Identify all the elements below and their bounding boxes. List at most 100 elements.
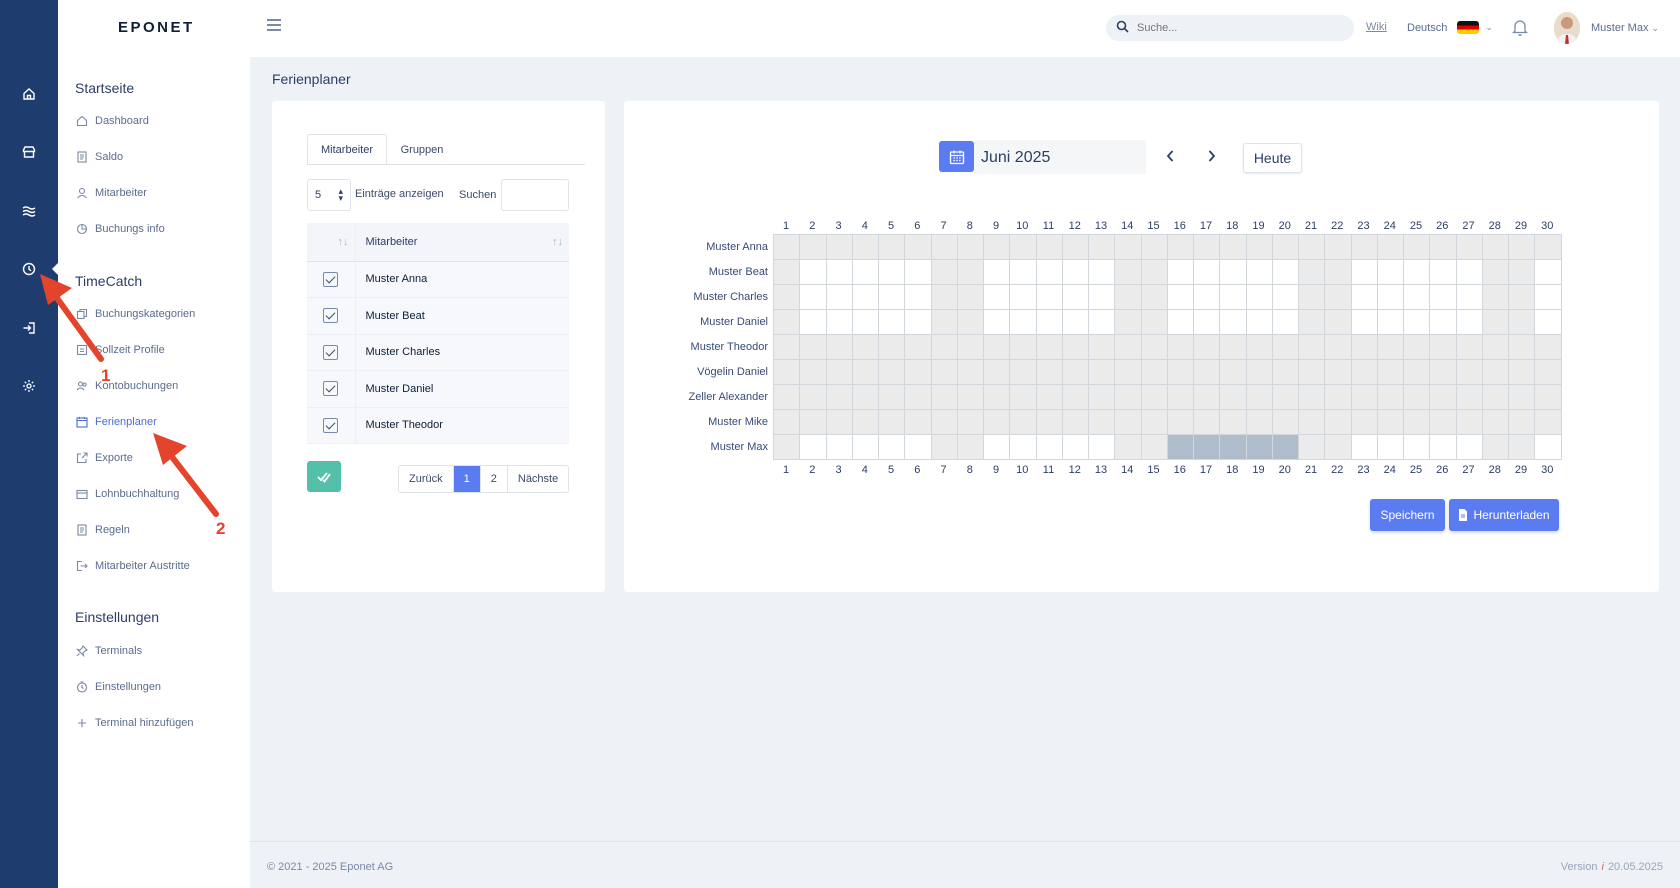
search-input[interactable] [1137, 22, 1327, 34]
calendar-day-cell[interactable] [1245, 309, 1273, 335]
wiki-link[interactable]: Wiki [1366, 21, 1387, 33]
eponet-logo[interactable]: EPONET [118, 19, 195, 36]
search-box[interactable] [1106, 15, 1354, 41]
calendar-day-cell[interactable] [1088, 434, 1116, 460]
sort-icon[interactable]: ↑↓ [552, 236, 563, 248]
calendar-day-cell[interactable] [1376, 309, 1404, 335]
sidebar-item-einstellungen[interactable]: Einstellungen [75, 680, 161, 693]
sidebar-item-regeln[interactable]: Regeln [75, 523, 130, 536]
entries-per-page-select[interactable]: 5 ▴ ▾ [307, 179, 351, 211]
calendar-day-cell[interactable] [878, 284, 906, 310]
calendar-day-cell[interactable] [1193, 309, 1221, 335]
calendar-day-cell[interactable] [1403, 284, 1431, 310]
info-icon[interactable]: i [1601, 861, 1603, 873]
calendar-day-cell[interactable] [1271, 309, 1299, 335]
calendar-day-cell[interactable] [825, 259, 853, 285]
calendar-day-cell[interactable] [1508, 309, 1536, 335]
avatar[interactable] [1554, 12, 1580, 44]
calendar-day-cell[interactable] [799, 284, 827, 310]
calendar-day-cell[interactable] [1009, 309, 1037, 335]
calendar-day-cell[interactable] [930, 309, 958, 335]
calendar-day-cell[interactable] [1245, 284, 1273, 310]
calendar-day-cell[interactable] [1350, 309, 1378, 335]
sidebar-item-sollzeit-profile[interactable]: Sollzeit Profile [75, 343, 165, 356]
next-month-button[interactable] [1207, 147, 1217, 168]
calendar-day-cell[interactable] [1508, 284, 1536, 310]
row-checkbox[interactable] [323, 344, 339, 360]
calendar-day-cell[interactable] [1009, 434, 1037, 460]
vacation-day-cell[interactable] [1245, 434, 1273, 460]
calendar-day-cell[interactable] [1481, 309, 1509, 335]
notification-bell-icon[interactable] [1511, 18, 1529, 41]
calendar-day-cell[interactable] [1035, 284, 1063, 310]
calendar-day-cell[interactable] [1376, 284, 1404, 310]
download-button[interactable]: Herunterladen [1449, 499, 1559, 531]
calendar-day-cell[interactable] [1009, 259, 1037, 285]
calendar-day-cell[interactable] [1193, 259, 1221, 285]
calendar-day-cell[interactable] [956, 259, 984, 285]
calendar-day-cell[interactable] [1350, 434, 1378, 460]
calendar-day-cell[interactable] [851, 309, 879, 335]
calendar-day-cell[interactable] [1061, 284, 1089, 310]
calendar-day-cell[interactable] [773, 284, 801, 310]
pagination-prev-button[interactable]: Zurück [399, 466, 453, 492]
calendar-day-cell[interactable] [1298, 284, 1326, 310]
calendar-day-cell[interactable] [1114, 434, 1142, 460]
calendar-day-cell[interactable] [1009, 284, 1037, 310]
calendar-day-cell[interactable] [904, 259, 932, 285]
today-button[interactable]: Heute [1243, 143, 1302, 173]
sidebar-item-terminal-hinzufuegen[interactable]: Terminal hinzufügen [75, 716, 193, 729]
calendar-day-cell[interactable] [1508, 434, 1536, 460]
store-icon[interactable] [0, 132, 58, 172]
calendar-day-cell[interactable] [878, 309, 906, 335]
calendar-day-cell[interactable] [1350, 284, 1378, 310]
calendar-day-cell[interactable] [851, 434, 879, 460]
row-checkbox[interactable] [323, 417, 339, 433]
calendar-day-cell[interactable] [825, 284, 853, 310]
date-picker-button[interactable] [939, 141, 974, 172]
calendar-day-cell[interactable] [825, 309, 853, 335]
calendar-day-cell[interactable] [956, 284, 984, 310]
calendar-day-cell[interactable] [799, 259, 827, 285]
vacation-day-cell[interactable] [1271, 434, 1299, 460]
calendar-day-cell[interactable] [1061, 434, 1089, 460]
waves-icon[interactable] [0, 191, 58, 231]
calendar-day-cell[interactable] [930, 434, 958, 460]
calendar-day-cell[interactable] [1429, 309, 1457, 335]
calendar-day-cell[interactable] [1035, 434, 1063, 460]
login-icon[interactable] [0, 308, 58, 348]
calendar-day-cell[interactable] [1298, 309, 1326, 335]
calendar-day-cell[interactable] [825, 434, 853, 460]
calendar-day-cell[interactable] [1140, 434, 1168, 460]
calendar-day-cell[interactable] [930, 284, 958, 310]
calendar-day-cell[interactable] [1088, 284, 1116, 310]
calendar-day-cell[interactable] [1035, 259, 1063, 285]
calendar-day-cell[interactable] [773, 259, 801, 285]
gear-icon[interactable] [0, 366, 58, 406]
calendar-day-cell[interactable] [904, 309, 932, 335]
calendar-day-cell[interactable] [1088, 309, 1116, 335]
calendar-day-cell[interactable] [1350, 259, 1378, 285]
vacation-day-cell[interactable] [1193, 434, 1221, 460]
calendar-day-cell[interactable] [1298, 434, 1326, 460]
row-checkbox[interactable] [323, 308, 339, 324]
sidebar-item-mitarbeiter-austritte[interactable]: Mitarbeiter Austritte [75, 559, 190, 572]
calendar-day-cell[interactable] [1219, 259, 1247, 285]
calendar-day-cell[interactable] [1271, 259, 1299, 285]
calendar-day-cell[interactable] [1403, 434, 1431, 460]
calendar-day-cell[interactable] [1245, 259, 1273, 285]
select-column-header[interactable]: ↑↓ [307, 223, 356, 262]
calendar-day-cell[interactable] [1193, 284, 1221, 310]
sidebar-item-lohnbuchhaltung[interactable]: Lohnbuchhaltung [75, 487, 179, 500]
calendar-day-cell[interactable] [983, 434, 1011, 460]
calendar-day-cell[interactable] [1481, 284, 1509, 310]
calendar-day-cell[interactable] [773, 309, 801, 335]
calendar-day-cell[interactable] [1219, 309, 1247, 335]
calendar-day-cell[interactable] [851, 284, 879, 310]
calendar-day-cell[interactable] [956, 434, 984, 460]
calendar-day-cell[interactable] [1429, 434, 1457, 460]
calendar-day-cell[interactable] [1534, 434, 1562, 460]
calendar-day-cell[interactable] [1166, 309, 1194, 335]
calendar-day-cell[interactable] [1403, 309, 1431, 335]
sidebar-item-buchungs-info[interactable]: Buchungs info [75, 222, 165, 235]
